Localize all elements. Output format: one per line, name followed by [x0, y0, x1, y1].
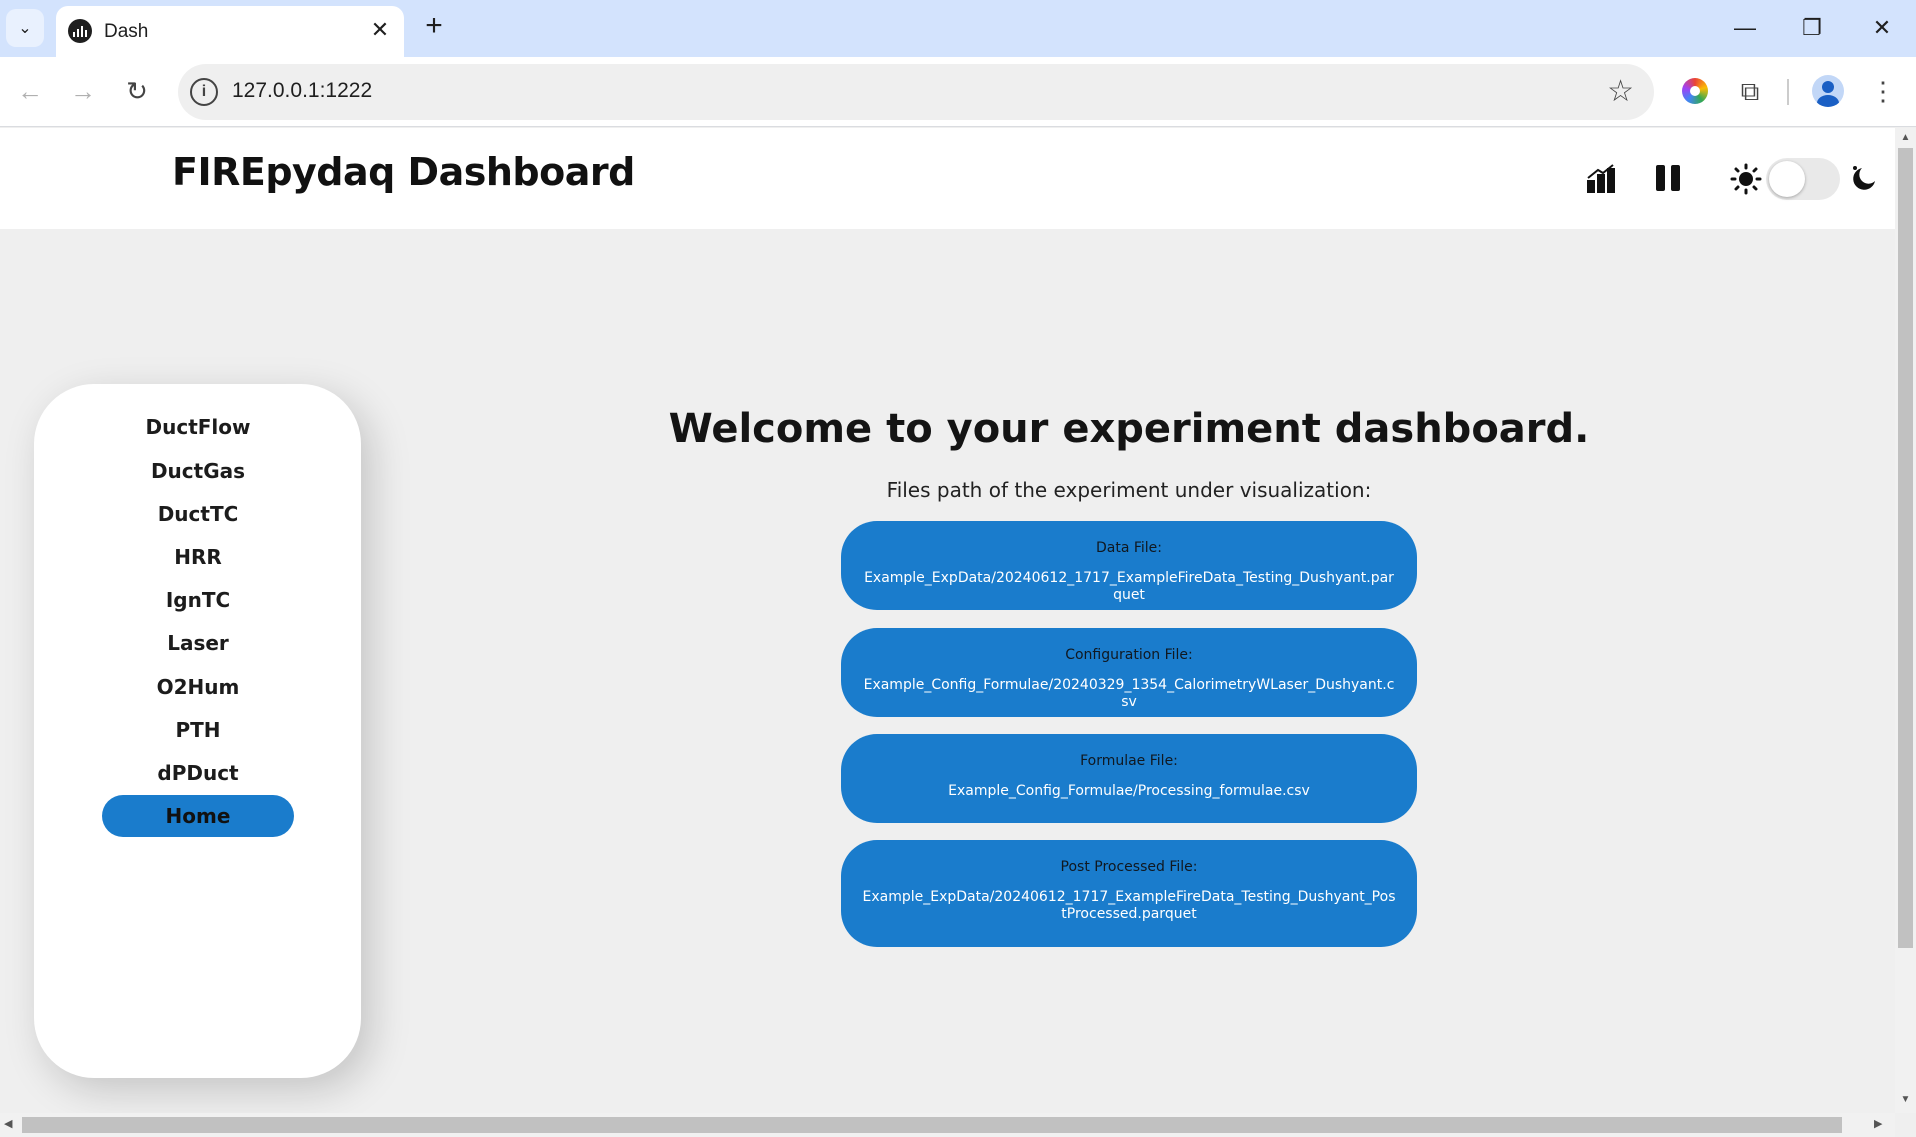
file-path: Example_Config_Formulae/Processing_formu… [948, 783, 1310, 799]
welcome-heading: Welcome to your experiment dashboard. [668, 406, 1590, 452]
scroll-down-arrow-icon[interactable]: ▼ [1895, 1094, 1916, 1105]
vertical-scroll-thumb[interactable] [1898, 148, 1913, 948]
new-tab-button[interactable]: + [418, 10, 450, 42]
sidebar-item-laser[interactable]: Laser [102, 622, 294, 664]
kebab-menu-icon: ⋮ [1870, 76, 1896, 106]
color-wheel-icon [1682, 78, 1708, 104]
sidebar-item-igntc[interactable]: IgnTC [102, 579, 294, 621]
window-close-button[interactable]: ✕ [1862, 8, 1902, 48]
forward-button[interactable]: → [63, 71, 103, 111]
page-viewport: FIREpydaq Dashboard DuctFlow DuctGas Duc… [0, 128, 1895, 1113]
scroll-left-arrow-icon[interactable]: ◀ [4, 1117, 12, 1130]
toolbar-divider [1787, 79, 1789, 105]
back-arrow-icon: ← [17, 76, 43, 106]
file-label: Configuration File: [1065, 647, 1193, 663]
site-info-icon[interactable]: i [190, 78, 218, 106]
app-header: FIREpydaq Dashboard [0, 128, 1895, 229]
theme-toggle[interactable] [1766, 158, 1840, 200]
browser-toolbar: ← → ↻ i 127.0.0.1:1222 ☆ ⧉ ⋮ [0, 57, 1916, 127]
reload-button[interactable]: ↻ [117, 71, 157, 111]
minimize-icon: — [1734, 15, 1756, 40]
forward-arrow-icon: → [70, 76, 96, 106]
browser-tab[interactable]: Dash ✕ [56, 6, 404, 57]
file-label: Data File: [1095, 540, 1163, 556]
horizontal-scroll-thumb[interactable] [22, 1117, 1842, 1133]
horizontal-scrollbar[interactable]: ◀ ▶ [0, 1113, 1895, 1137]
browser-menu-button[interactable]: ⋮ [1863, 71, 1903, 111]
post-processed-file-card: Post Processed File: Example_ExpData/202… [841, 840, 1417, 947]
color-extension-button[interactable] [1675, 71, 1715, 111]
sidebar-item-o2hum[interactable]: O2Hum [102, 666, 294, 708]
puzzle-icon: ⧉ [1740, 76, 1760, 106]
configuration-file-card: Configuration File: Example_Config_Formu… [841, 628, 1417, 717]
extensions-button[interactable]: ⧉ [1730, 71, 1770, 111]
sidebar-item-dpduct[interactable]: dPDuct [102, 752, 294, 794]
sidebar-item-hrr[interactable]: HRR [102, 536, 294, 578]
chevron-down-icon: ⌄ [18, 20, 32, 37]
restore-icon: ❐ [1802, 15, 1822, 40]
sidebar-item-ductgas[interactable]: DuctGas [102, 450, 294, 492]
moon-icon [1853, 166, 1875, 190]
tab-title: Dash [104, 21, 149, 42]
tab-search-button[interactable]: ⌄ [6, 9, 44, 47]
toggle-knob [1769, 161, 1805, 197]
chart-icon[interactable] [1586, 164, 1616, 194]
file-path: Example_ExpData/20240612_1717_ExampleFir… [862, 889, 1396, 922]
reload-icon: ↻ [126, 76, 148, 106]
tab-close-button[interactable]: ✕ [366, 16, 394, 44]
file-label: Formulae File: [1080, 753, 1178, 769]
sidebar-item-ducttc[interactable]: DuctTC [102, 493, 294, 535]
restore-button[interactable]: ❐ [1792, 8, 1832, 48]
sidebar-item-home[interactable]: Home [102, 795, 294, 837]
sidebar-item-pth[interactable]: PTH [102, 709, 294, 751]
close-icon: ✕ [1872, 15, 1892, 40]
file-path: Example_ExpData/20240612_1717_ExampleFir… [864, 570, 1394, 603]
app-title: FIREpydaq Dashboard [172, 150, 635, 194]
back-button[interactable]: ← [10, 71, 50, 111]
file-label: Post Processed File: [1060, 859, 1198, 875]
formulae-file-card: Formulae File: Example_Config_Formulae/P… [841, 734, 1417, 823]
sidebar-item-ductflow[interactable]: DuctFlow [102, 406, 294, 448]
vertical-scrollbar[interactable]: ▲ ▼ [1895, 128, 1916, 1113]
url-text[interactable]: 127.0.0.1:1222 [232, 79, 372, 103]
plus-icon: + [425, 9, 443, 42]
sun-icon [1730, 163, 1762, 195]
data-file-card: Data File: Example_ExpData/20240612_1717… [841, 521, 1417, 610]
files-caption: Files path of the experiment under visua… [886, 478, 1372, 502]
bookmark-star-icon[interactable]: ☆ [1607, 74, 1634, 109]
profile-avatar[interactable] [1812, 75, 1844, 107]
tab-strip: ⌄ Dash ✕ + — ❐ ✕ [0, 0, 1916, 57]
address-bar[interactable]: i 127.0.0.1:1222 ☆ [178, 64, 1654, 120]
close-icon: ✕ [370, 17, 390, 42]
minimize-button[interactable]: — [1725, 8, 1765, 48]
sidebar: DuctFlow DuctGas DuctTC HRR IgnTC Laser … [34, 384, 361, 1078]
dash-favicon-icon [68, 19, 92, 43]
scroll-up-arrow-icon[interactable]: ▲ [1895, 132, 1916, 143]
scroll-right-arrow-icon[interactable]: ▶ [1874, 1117, 1882, 1130]
file-path: Example_Config_Formulae/20240329_1354_Ca… [863, 677, 1395, 710]
pause-icon[interactable] [1656, 165, 1680, 191]
